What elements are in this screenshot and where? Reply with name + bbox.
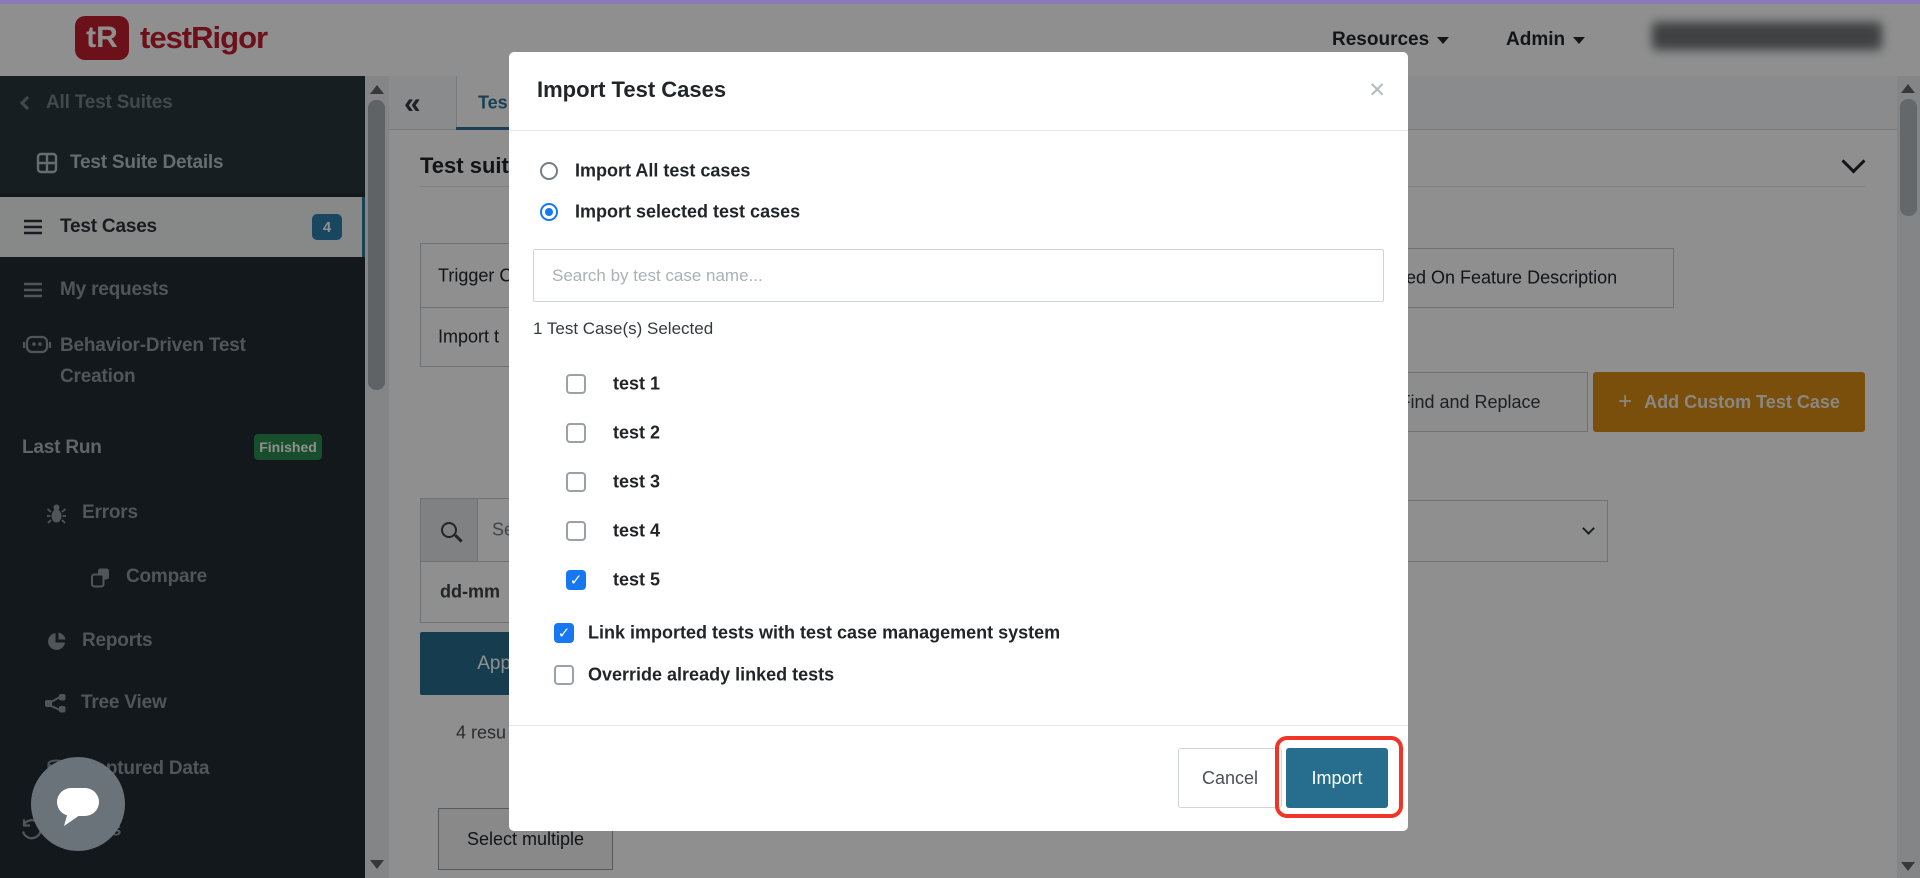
test-label[interactable]: test 5 [613, 570, 660, 591]
test-label[interactable]: test 1 [613, 374, 660, 395]
radio-import-all-label[interactable]: Import All test cases [575, 161, 750, 182]
chat-bubble-icon [50, 778, 106, 830]
footer-divider [509, 725, 1408, 726]
checkbox-test-4[interactable] [566, 521, 586, 541]
import-test-cases-modal: Import Test Cases ✕ Import All test case… [509, 52, 1408, 831]
cancel-label: Cancel [1202, 768, 1258, 789]
app-window: tR testRigor Resources Admin All Test Su… [0, 0, 1920, 878]
modal-title: Import Test Cases [537, 77, 726, 103]
cancel-button[interactable]: Cancel [1178, 748, 1282, 808]
checkbox-test-3[interactable] [566, 472, 586, 492]
radio-import-selected-label[interactable]: Import selected test cases [575, 202, 800, 223]
selected-count-text: 1 Test Case(s) Selected [533, 319, 713, 339]
close-icon[interactable]: ✕ [1368, 78, 1386, 103]
divider [509, 130, 1408, 131]
test-case-search-input[interactable] [533, 249, 1384, 302]
browser-extension-strip [0, 0, 1920, 4]
radio-import-all[interactable] [540, 162, 558, 180]
checkbox-test-5[interactable]: ✓ [566, 570, 586, 590]
annotation-highlight-box [1275, 736, 1403, 818]
checkbox-test-1[interactable] [566, 374, 586, 394]
override-linked-tests-label[interactable]: Override already linked tests [588, 665, 834, 686]
link-imported-tests-label[interactable]: Link imported tests with test case manag… [588, 623, 1060, 644]
radio-import-selected[interactable] [540, 203, 558, 221]
test-label[interactable]: test 3 [613, 472, 660, 493]
checkbox-override-linked-tests[interactable] [554, 665, 574, 685]
checkbox-link-imported-tests[interactable]: ✓ [554, 623, 574, 643]
checkbox-test-2[interactable] [566, 423, 586, 443]
test-label[interactable]: test 2 [613, 423, 660, 444]
chat-widget-button[interactable] [31, 757, 125, 851]
test-label[interactable]: test 4 [613, 521, 660, 542]
